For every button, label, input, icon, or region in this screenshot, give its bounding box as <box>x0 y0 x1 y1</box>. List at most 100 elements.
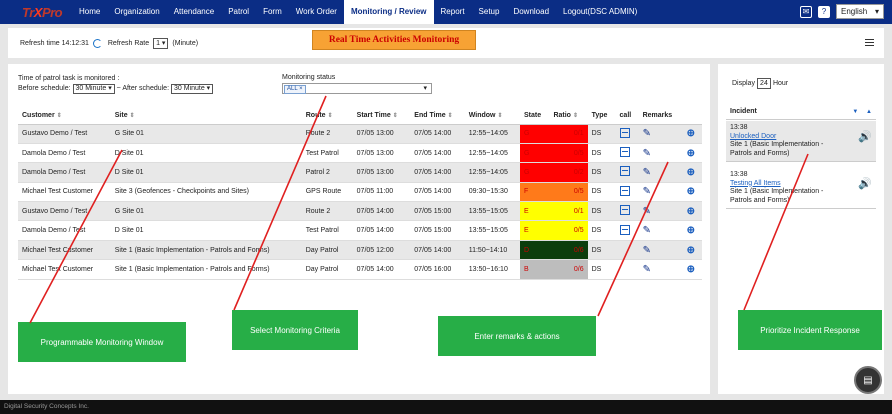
column-header[interactable]: Customer ⇕ <box>18 108 111 125</box>
zoom-detail-icon[interactable]: ⊕ <box>687 186 695 197</box>
sort-icon[interactable]: ⇕ <box>393 113 398 119</box>
zoom-detail-icon[interactable]: ⊕ <box>687 128 695 139</box>
state-state: G <box>519 162 550 183</box>
edit-remarks-icon[interactable]: ✎ <box>643 128 651 139</box>
column-header[interactable]: call <box>615 108 639 125</box>
cell-customer: Michael Test Customer <box>18 259 111 280</box>
column-header[interactable]: Type <box>587 108 616 125</box>
cell-start: 07/05 11:00 <box>352 182 411 203</box>
nav-item[interactable]: Download <box>506 0 556 24</box>
sort-icon[interactable]: ⇕ <box>130 113 135 119</box>
cell-end: 07/05 15:00 <box>410 220 465 241</box>
language-select[interactable]: English ▾ <box>836 4 884 19</box>
nav-item[interactable]: Report <box>434 0 472 24</box>
call-log-icon[interactable] <box>619 166 630 177</box>
column-header[interactable]: Window ⇕ <box>464 108 520 125</box>
sort-icon[interactable]: ⇕ <box>57 113 62 119</box>
sort-icon[interactable]: ⇕ <box>448 113 453 119</box>
incident-item[interactable]: 13:38 Testing All Items Site 1 (Basic Impl… <box>726 168 876 209</box>
monitoring-status-filter: Monitoring status ALL × ▾ <box>282 74 432 94</box>
refresh-rate: Refresh Rate 1 ▾ (Minute) <box>107 37 199 49</box>
page-title: Real Time Activities Monitoring <box>312 30 476 50</box>
nav-item[interactable]: Work Order <box>289 0 344 24</box>
call-log-icon[interactable] <box>619 147 630 158</box>
zoom-detail-icon[interactable]: ⊕ <box>687 167 695 178</box>
table-row[interactable]: Damola Demo / Test D Site 01 Test Patrol 07… <box>18 143 702 164</box>
cell-site: D Site 01 <box>110 220 302 241</box>
cell-call <box>615 201 639 222</box>
before-schedule-select[interactable]: 30 Minute ▾ <box>72 84 115 94</box>
table-row[interactable]: Michael Test Customer Site 3 (Geofences -… <box>18 182 702 203</box>
call-log-icon[interactable] <box>619 185 630 196</box>
call-log-icon[interactable] <box>619 205 630 216</box>
table-row[interactable]: Gustavo Demo / Test G Site 01 Route 2 07/05… <box>18 124 702 144</box>
table-row[interactable]: Damola Demo / Test D Site 01 Test Patrol 07… <box>18 220 702 241</box>
nav-item[interactable]: Logout(DSC ADMIN) <box>556 0 644 24</box>
zoom-detail-icon[interactable]: ⊕ <box>687 245 695 256</box>
call-log-icon[interactable] <box>619 224 630 235</box>
alarm-speaker-icon[interactable]: 🔊 <box>858 132 872 142</box>
incident-item[interactable]: 13:38 Unlocked Door Site 1 (Basic Implemen… <box>726 121 876 162</box>
table-row[interactable]: Michael Test Customer Site 1 (Basic Imple… <box>18 240 702 261</box>
column-header[interactable]: Ratio ⇕ <box>549 108 588 125</box>
status-chip[interactable]: ALL × <box>284 85 306 94</box>
chevron-down-icon: ▾ <box>423 85 427 92</box>
zoom-detail-icon[interactable]: ⊕ <box>687 225 695 236</box>
table-row[interactable]: Michael Test Customer Site 1 (Basic Imple… <box>18 259 702 280</box>
nav-item[interactable]: Home <box>72 0 107 24</box>
cell-detail: ⊕ <box>682 143 702 164</box>
nav-item[interactable]: Form <box>256 0 289 24</box>
column-header[interactable]: Start Time ⇕ <box>352 108 411 125</box>
monitoring-status-select[interactable]: ALL × ▾ <box>282 83 432 94</box>
cell-site: Site 1 (Basic Implementation - Patrols a… <box>110 259 302 280</box>
display-hours-input[interactable]: 24 <box>756 78 771 89</box>
column-header[interactable]: Route ⇕ <box>301 108 353 125</box>
cell-end: 07/05 15:00 <box>410 201 465 222</box>
sort-up-icon[interactable]: ▲ <box>866 109 872 115</box>
cell-start: 07/05 13:00 <box>352 143 411 164</box>
cell-detail: ⊕ <box>682 124 702 144</box>
message-icon[interactable]: ✉ <box>800 5 812 18</box>
edit-remarks-icon[interactable]: ✎ <box>643 245 651 256</box>
state-ratio: 0/1 <box>549 124 588 144</box>
nav-item[interactable]: Attendance <box>167 0 221 24</box>
call-log-icon[interactable] <box>619 127 630 138</box>
edit-remarks-icon[interactable]: ✎ <box>643 264 651 275</box>
zoom-detail-icon[interactable]: ⊕ <box>687 206 695 217</box>
nav-item[interactable]: Setup <box>472 0 507 24</box>
edit-remarks-icon[interactable]: ✎ <box>643 186 651 197</box>
cell-detail: ⊕ <box>682 182 702 203</box>
cell-type: DS <box>587 201 616 222</box>
nav-item[interactable]: Patrol <box>221 0 256 24</box>
nav-item[interactable]: Organization <box>107 0 166 24</box>
help-icon[interactable]: ? <box>818 5 830 18</box>
edit-remarks-icon[interactable]: ✎ <box>643 148 651 159</box>
sort-icon[interactable]: ⇕ <box>328 113 333 119</box>
zoom-detail-icon[interactable]: ⊕ <box>687 264 695 275</box>
incident-link[interactable]: Testing All Items <box>730 180 872 189</box>
report-fab-icon[interactable]: ▤ <box>854 366 882 394</box>
table-row[interactable]: Damola Demo / Test D Site 01 Patrol 2 07/05… <box>18 162 702 183</box>
zoom-detail-icon[interactable]: ⊕ <box>687 148 695 159</box>
alarm-speaker-icon[interactable]: 🔊 <box>858 179 872 189</box>
column-header[interactable]: Remarks <box>638 108 683 125</box>
cell-remarks: ✎ <box>638 143 683 164</box>
column-header[interactable] <box>682 108 702 125</box>
edit-remarks-icon[interactable]: ✎ <box>643 206 651 217</box>
refresh-rate-select[interactable]: 1 ▾ <box>153 37 169 49</box>
sort-icon[interactable]: ⇕ <box>497 113 502 119</box>
nav-item[interactable]: Monitoring / Review <box>343 0 434 24</box>
menu-icon[interactable] <box>865 39 874 46</box>
cell-start: 07/05 12:00 <box>352 240 411 261</box>
after-schedule-select[interactable]: 30 Minute ▾ <box>170 84 214 94</box>
incident-link[interactable]: Unlocked Door <box>730 133 872 142</box>
edit-remarks-icon[interactable]: ✎ <box>643 167 651 178</box>
column-header[interactable]: Site ⇕ <box>110 108 302 125</box>
column-header[interactable]: State <box>519 108 550 125</box>
edit-remarks-icon[interactable]: ✎ <box>643 225 651 236</box>
column-header[interactable]: End Time ⇕ <box>410 108 465 125</box>
table-row[interactable]: Gustavo Demo / Test G Site 01 Route 2 07/05… <box>18 201 702 222</box>
sort-down-icon[interactable]: ▼ <box>852 109 858 115</box>
sort-icon[interactable]: ⇕ <box>573 113 578 119</box>
refresh-icon[interactable] <box>92 38 102 48</box>
